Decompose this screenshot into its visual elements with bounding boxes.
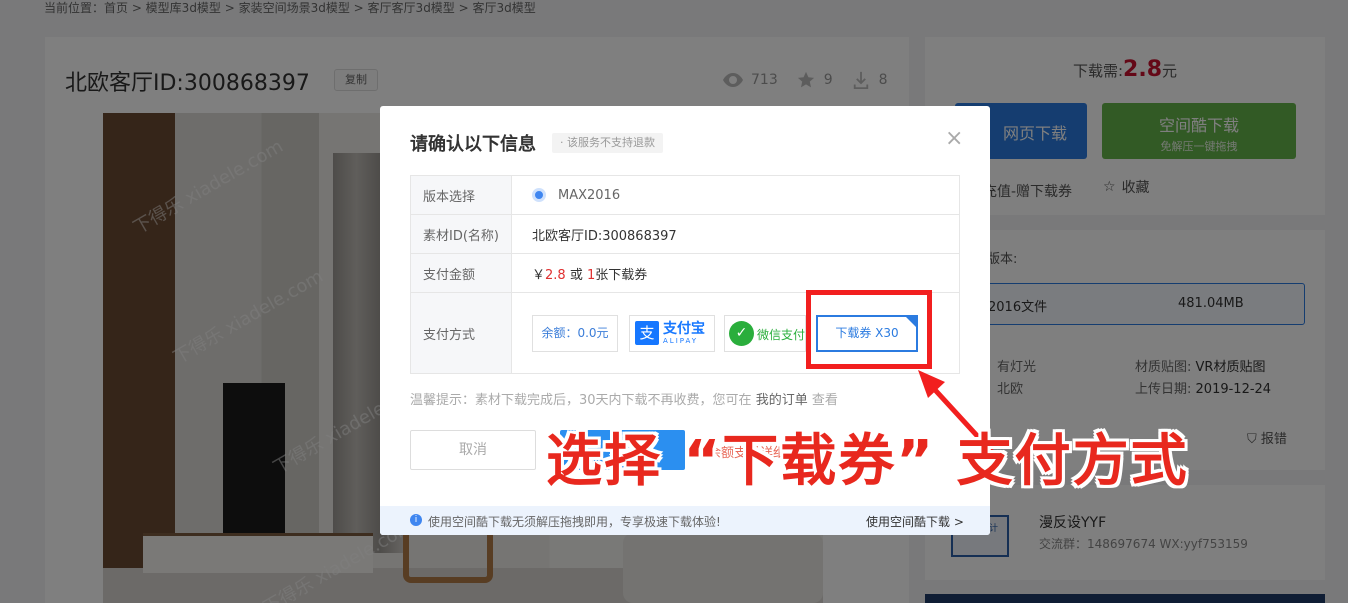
highlight-box xyxy=(806,290,932,369)
alipay-option[interactable]: 支 支付宝 ALIPAY xyxy=(629,315,715,352)
no-refund-note: · 该服务不支持退款 xyxy=(552,133,663,153)
dialog-title: 请确认以下信息 xyxy=(410,134,536,155)
ticket-suffix: 张下载券 xyxy=(595,267,648,283)
method-row-label: 支付方式 xyxy=(410,292,512,374)
table-row: 版本选择 MAX2016 xyxy=(410,175,960,215)
alipay-label: 支付宝 xyxy=(663,321,705,337)
version-value: MAX2016 xyxy=(558,187,621,203)
amount-or: 或 xyxy=(565,267,587,283)
wechat-check-icon: ✓ xyxy=(729,321,754,346)
currency-symbol: ￥ xyxy=(532,267,546,283)
tip-body: 温馨提示：素材下载完成后，30天内下载不再收费，您可在 xyxy=(410,393,752,408)
amount-row-value: ￥2.8 或 1张下载券 xyxy=(511,253,960,293)
table-row: 素材ID(名称) 北欧客厅ID:300868397 xyxy=(410,214,960,254)
alipay-sub: ALIPAY xyxy=(663,337,699,345)
tip-text: 温馨提示：素材下载完成后，30天内下载不再收费，您可在 我的订单 查看 xyxy=(410,389,838,408)
footer-text: 使用空间酷下载无须解压拖拽即用，专享极速下载体验! xyxy=(428,515,721,529)
my-orders-link[interactable]: 我的订单 xyxy=(756,393,808,408)
close-icon[interactable]: × xyxy=(945,128,963,150)
material-row-value: 北欧客厅ID:300868397 xyxy=(511,214,960,254)
material-row-label: 素材ID(名称) xyxy=(410,214,512,254)
version-row-label: 版本选择 xyxy=(410,175,512,215)
amount-price: 2.8 xyxy=(545,267,566,283)
balance-pay-option[interactable]: 余额：0.0元 xyxy=(532,315,618,352)
annotation-text: 选择 “下载券” 支付方式 xyxy=(546,429,1189,494)
wechat-pay-label: 微信支付 xyxy=(757,328,806,342)
cancel-button[interactable]: 取消 xyxy=(410,430,536,470)
version-row-value[interactable]: MAX2016 xyxy=(511,175,960,215)
table-row: 支付金额 ￥2.8 或 1张下载券 xyxy=(410,253,960,293)
radio-selected-icon[interactable] xyxy=(532,188,546,202)
footer-kuku-link[interactable]: 使用空间酷下载 > xyxy=(866,513,964,530)
tip-tail: 查看 xyxy=(811,393,838,408)
wechat-pay-option[interactable]: ✓ 微信支付 xyxy=(724,315,806,352)
amount-row-label: 支付金额 xyxy=(410,253,512,293)
alipay-icon: 支 xyxy=(635,321,659,345)
ticket-count: 1 xyxy=(586,267,596,283)
info-icon: i xyxy=(410,514,422,526)
dialog-footer-bar: i 使用空间酷下载无须解压拖拽即用，专享极速下载体验! 使用空间酷下载 > xyxy=(380,506,990,535)
